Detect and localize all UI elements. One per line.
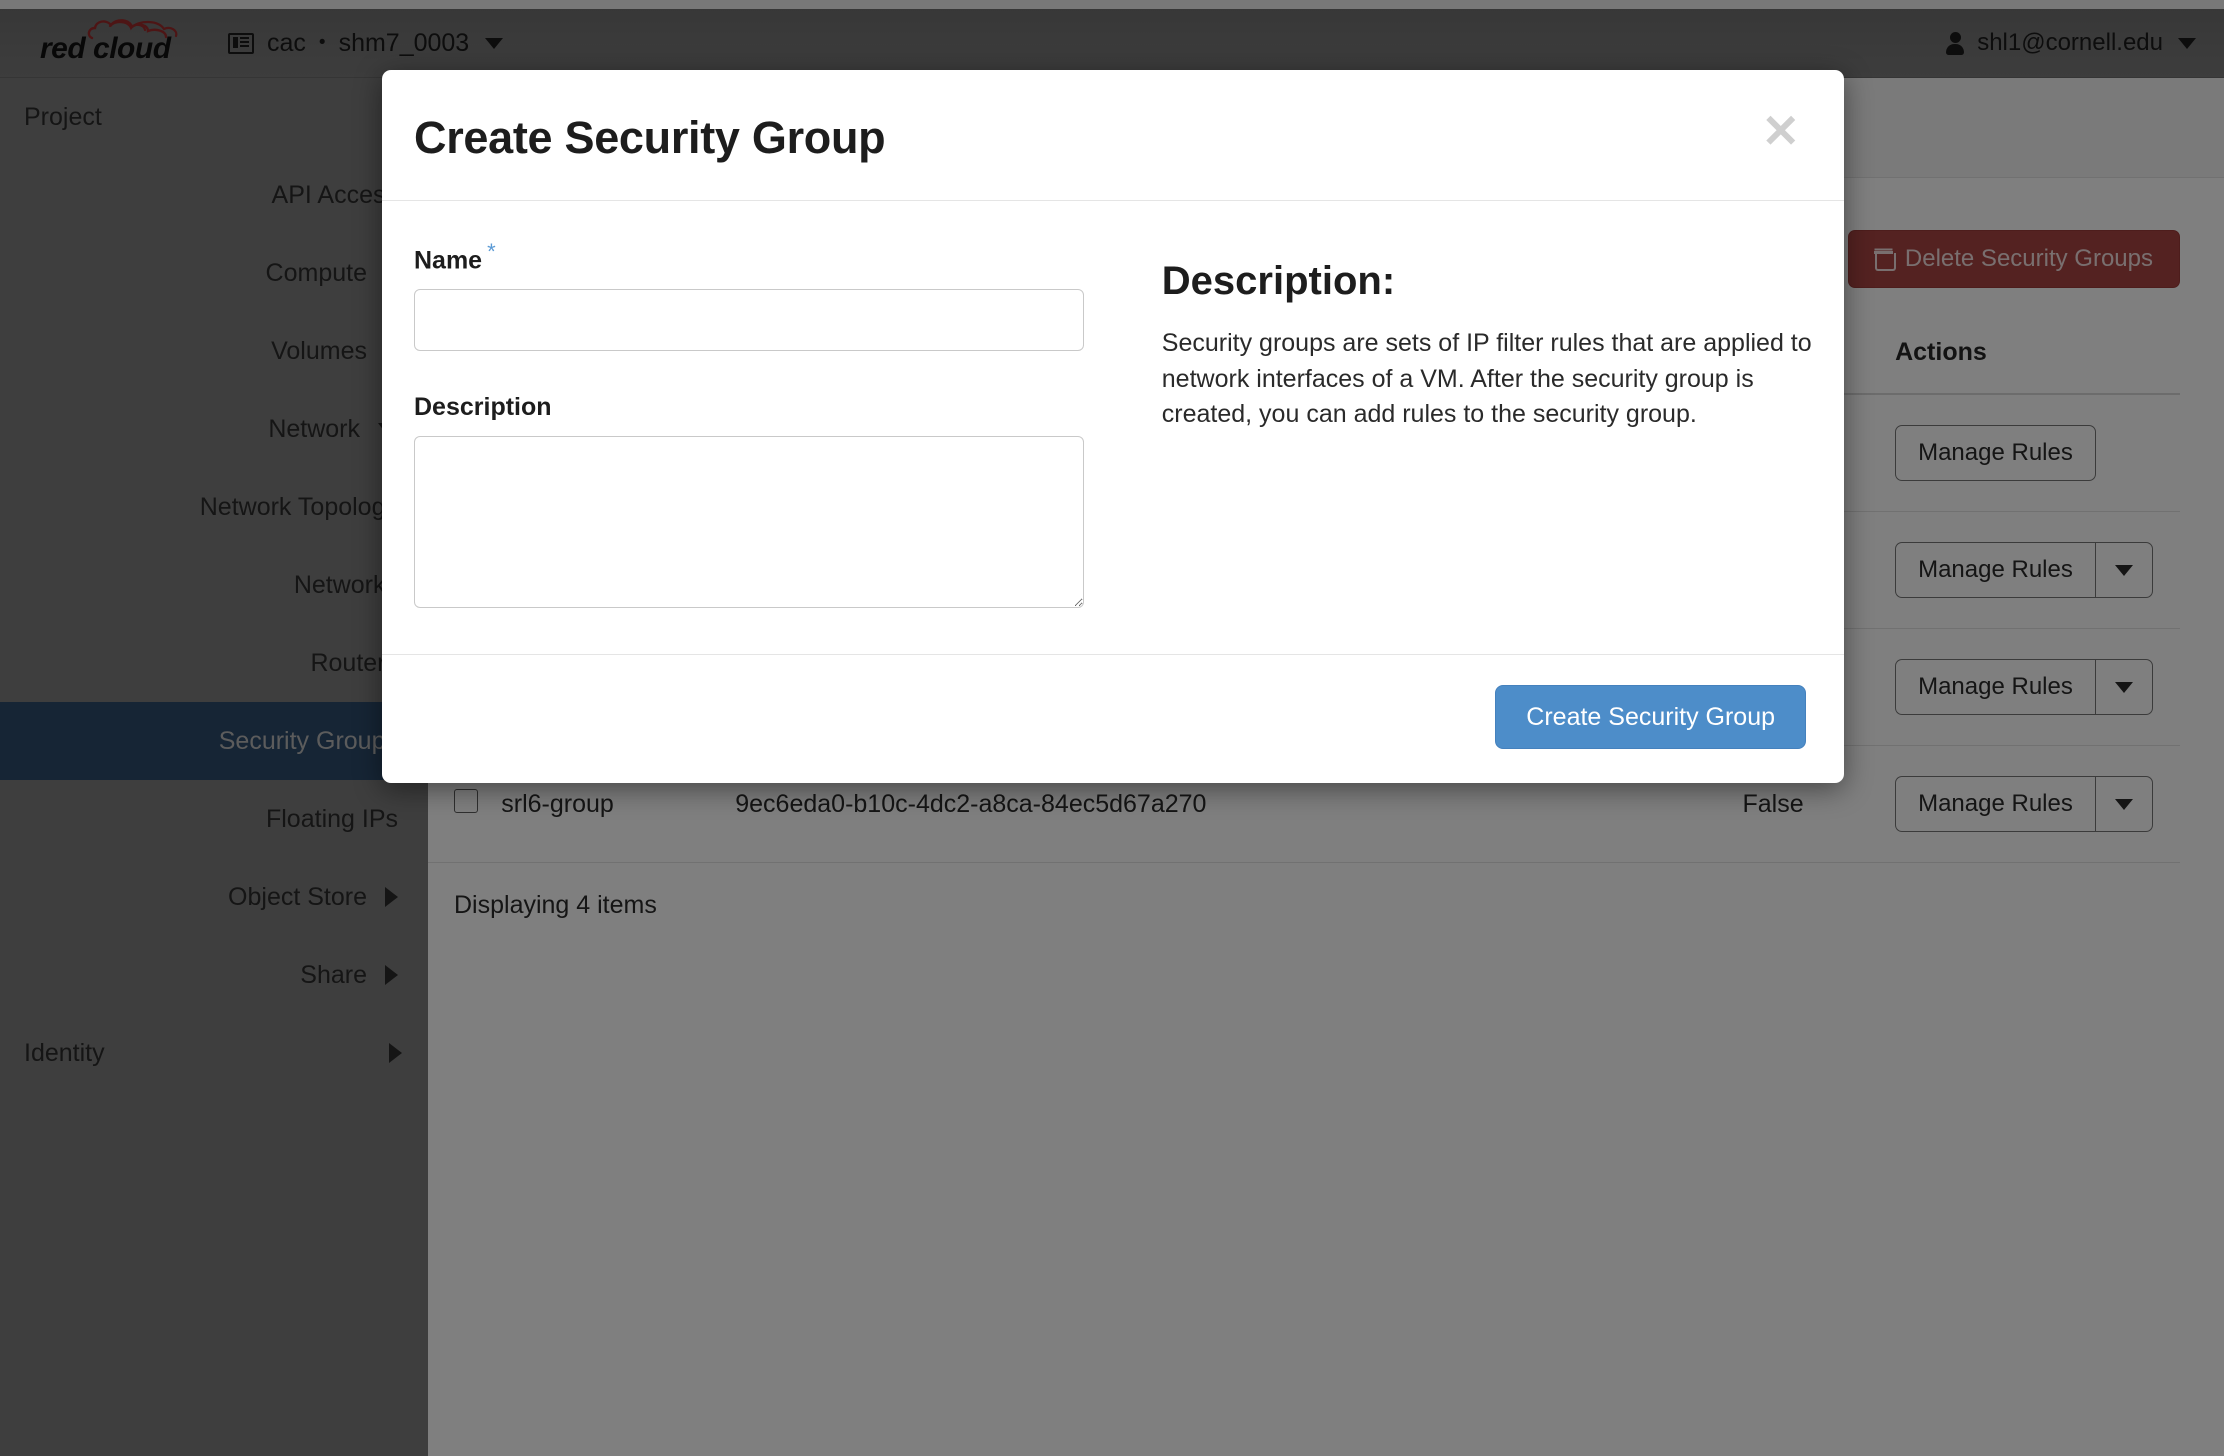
modal-header: Create Security Group ✕ [382, 70, 1844, 201]
modal-title: Create Security Group [414, 112, 886, 163]
page-root: red cloud cac • shm7_0003 shl1@cornell.e… [0, 0, 2224, 1456]
modal-info-column: Description: Security groups are sets of… [1134, 239, 1812, 608]
required-marker: * [487, 239, 496, 264]
create-security-group-modal: Create Security Group ✕ Name * Descriptio… [382, 70, 1844, 784]
name-field-label: Name * [414, 239, 496, 275]
description-textarea[interactable] [414, 436, 1084, 609]
close-icon[interactable]: ✕ [1761, 108, 1800, 154]
modal-body: Name * Description Description: Security … [382, 201, 1844, 656]
modal-form-column: Name * Description [414, 239, 1134, 609]
info-panel-title: Description: [1161, 259, 1396, 303]
name-label-text: Name [414, 246, 483, 275]
info-panel-text: Security groups are sets of IP filter ru… [1161, 329, 1812, 428]
description-field-label: Description [414, 393, 552, 422]
create-security-group-button[interactable]: Create Security Group [1495, 685, 1806, 750]
name-input[interactable] [414, 289, 1084, 352]
modal-footer: Create Security Group [382, 655, 1844, 783]
field-spacer [414, 351, 1094, 393]
